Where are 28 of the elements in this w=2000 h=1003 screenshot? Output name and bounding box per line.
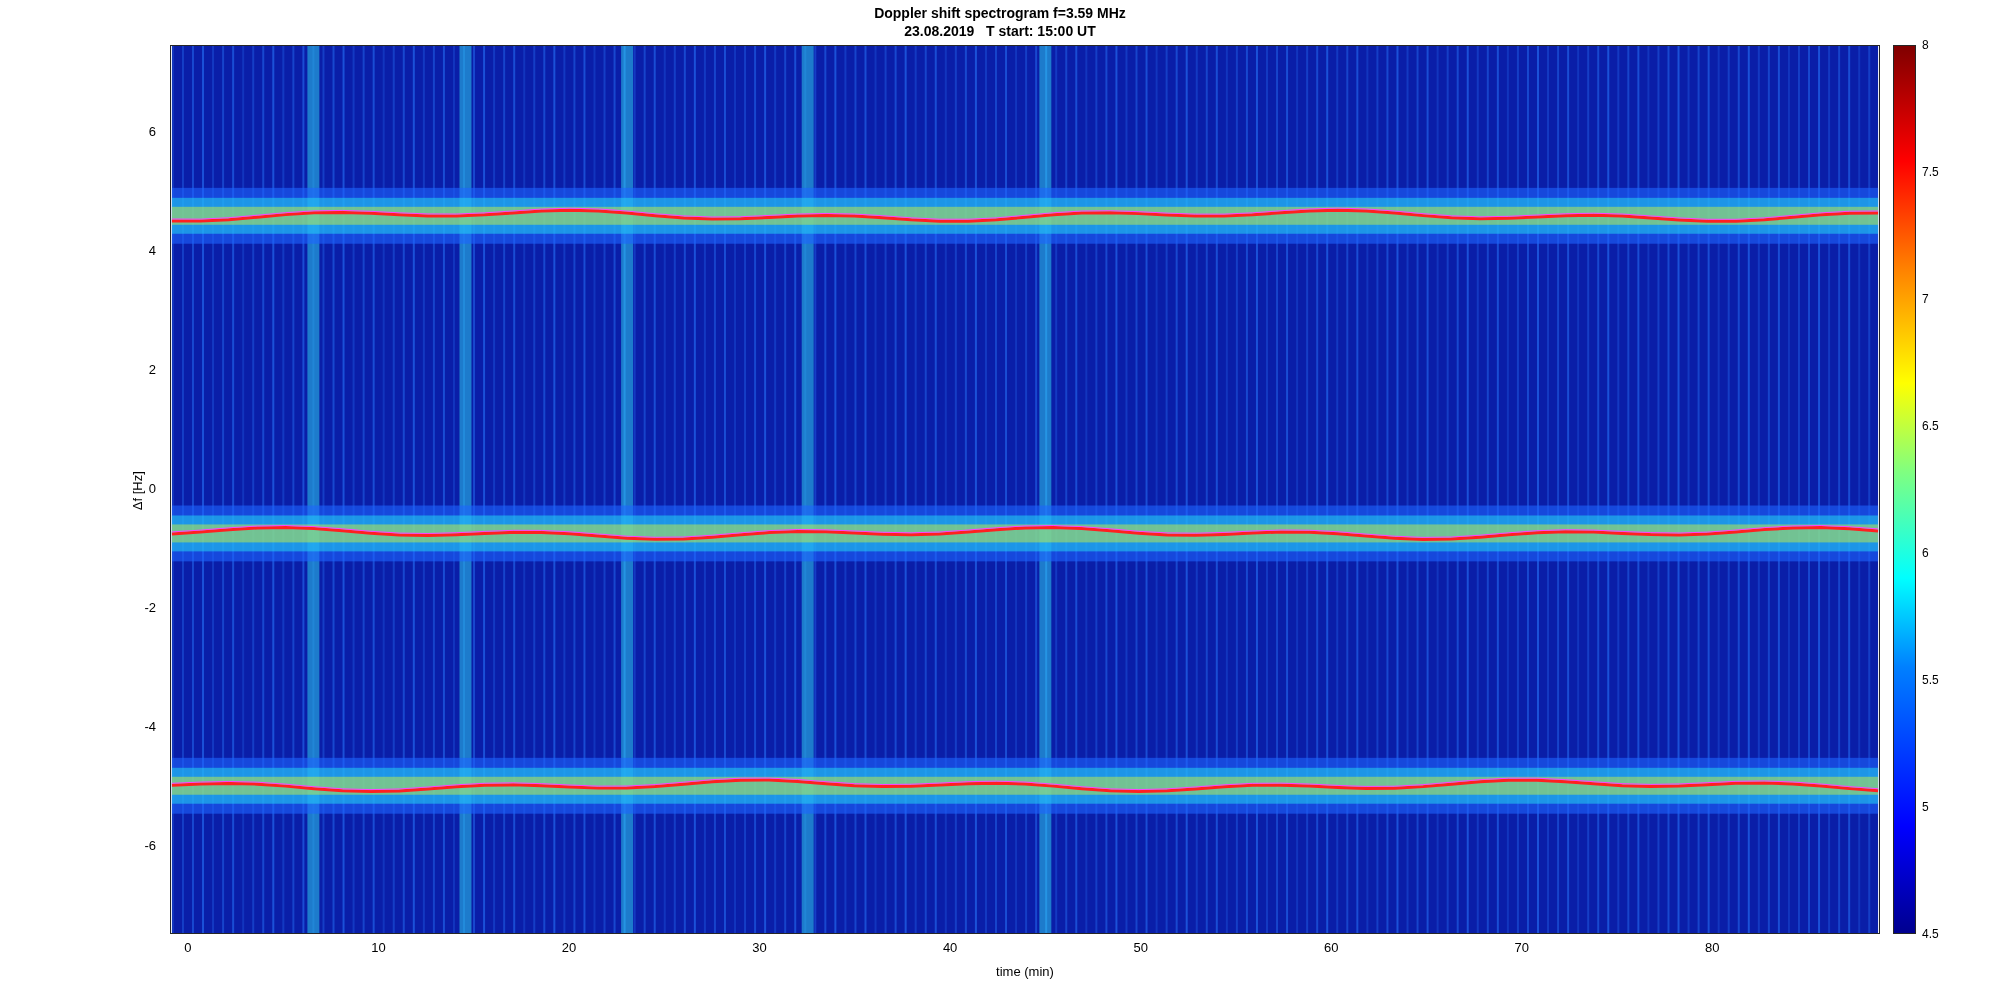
x-tick-label: 30 (751, 940, 768, 956)
x-tick-label: 10 (370, 940, 387, 956)
y-tick-label: 4 (148, 242, 156, 259)
x-tick-label: 50 (1132, 940, 1149, 956)
colorbar-tick-label: 7.5 (1922, 165, 1939, 179)
x-tick-label: 70 (1513, 940, 1530, 956)
colorbar-tick-label: 7 (1922, 292, 1929, 306)
y-tick-label: -6 (144, 837, 156, 854)
x-axis-label: time (min) (996, 963, 1054, 981)
colorbar-tick-label: 5 (1922, 800, 1929, 814)
x-tick-label: 20 (560, 940, 578, 956)
y-axis-label: Δf [Hz] (128, 471, 146, 511)
x-tick-label: 80 (1704, 940, 1721, 956)
x-tick-label: 60 (1322, 940, 1340, 956)
colorbar-tick-label: 6 (1922, 546, 1929, 560)
y-tick-label: 6 (148, 123, 156, 140)
colorbar-tick-label: 8 (1922, 38, 1929, 52)
chart-title: Doppler shift spectrogram f=3.59 MHz (874, 4, 1126, 22)
y-tick-label: 0 (148, 480, 156, 497)
x-tick-label: 40 (941, 940, 959, 956)
colorbar-tick-label: 6.5 (1922, 419, 1939, 433)
x-tick-label: 0 (183, 940, 193, 956)
colorbar-tick-label: 4.5 (1922, 927, 1939, 941)
chart-subtitle: 23.08.2019 T start: 15:00 UT (904, 22, 1096, 40)
y-tick-label: -4 (144, 718, 156, 735)
y-tick-label: 2 (148, 361, 156, 378)
y-tick-label: -2 (144, 599, 156, 616)
colorbar-tick-label: 5.5 (1922, 673, 1939, 687)
